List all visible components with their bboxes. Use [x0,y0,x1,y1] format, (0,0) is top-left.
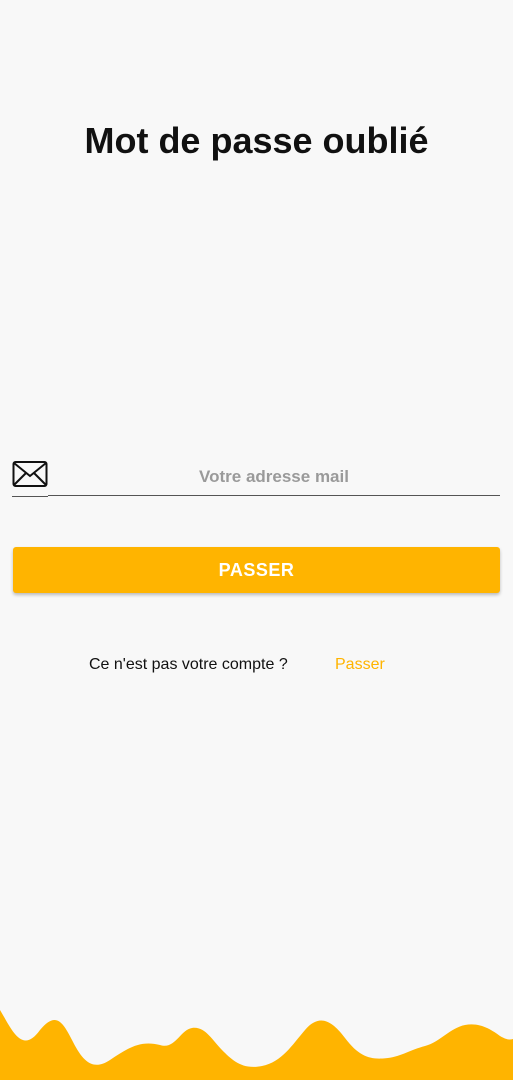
passer-link[interactable]: Passer [335,656,385,674]
account-question: Ce n'est pas votre compte ? [89,656,288,673]
wave-decoration [0,1010,513,1080]
passer-button[interactable]: PASSER [13,547,500,593]
email-field[interactable] [48,458,500,496]
mail-icon [12,460,48,488]
input-underline [12,496,48,497]
page-title: Mot de passe oublié [84,120,429,161]
